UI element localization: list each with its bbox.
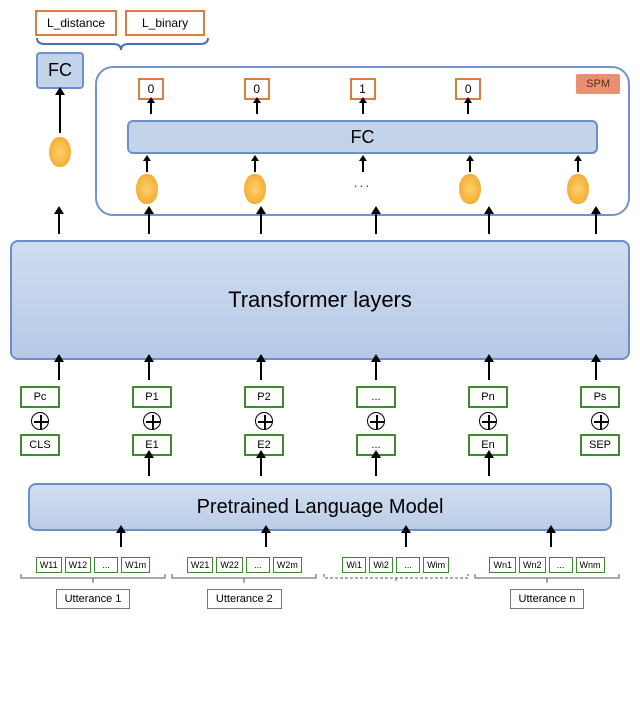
arrow-spm-3 xyxy=(467,102,469,114)
pos-pn: Pn xyxy=(468,386,508,408)
plus-icon xyxy=(31,412,49,430)
arrow-spm-0 xyxy=(150,102,152,114)
input-columns: Pc CLS P1 E1 P2 E2 ... ... Pn En Ps SEP xyxy=(10,386,630,456)
fc-wide-box: FC xyxy=(127,120,598,154)
tok-wndots: ... xyxy=(549,557,573,573)
utterance-row: W11 W12 ... W1m Utterance 1 W21 W22 ... … xyxy=(18,557,622,609)
fc-left-box: FC xyxy=(36,52,84,89)
utti-bracket xyxy=(321,573,471,583)
token-output-1 xyxy=(244,174,266,204)
utt1-bracket xyxy=(18,573,168,583)
arrows-into-transformer xyxy=(10,360,630,384)
plus-icon xyxy=(591,412,609,430)
pos-ps: Ps xyxy=(580,386,620,408)
arrow-spm-1 xyxy=(256,102,258,114)
token-output-sep xyxy=(567,174,589,204)
loss-distance-box: L_distance xyxy=(35,10,117,36)
token-output-n xyxy=(459,174,481,204)
token-output-0 xyxy=(136,174,158,204)
emb-sep: SEP xyxy=(580,434,620,456)
arrow-blob-2 xyxy=(362,160,364,172)
spm-region: SPM 0 0 1 0 xyxy=(95,66,630,216)
pretrained-lm-block: Pretrained Language Model xyxy=(28,483,612,531)
transformer-layers-block: Transformer layers xyxy=(10,240,630,360)
utt2-bracket xyxy=(169,573,319,583)
blob-dots: ... xyxy=(354,174,372,190)
arrow-blob-3 xyxy=(469,160,471,172)
plus-icon xyxy=(143,412,161,430)
spm-blob-row: ... xyxy=(97,158,628,204)
tok-wn2: Wn2 xyxy=(519,557,546,573)
arrow-fc-up xyxy=(59,93,61,133)
pos-p1: P1 xyxy=(132,386,172,408)
pos-p2: P2 xyxy=(244,386,284,408)
plus-icon xyxy=(367,412,385,430)
plus-icon xyxy=(479,412,497,430)
arrows-into-emb xyxy=(10,456,630,480)
tok-w12: W12 xyxy=(65,557,92,573)
uttn-bracket xyxy=(472,573,622,583)
loss-binary-box: L_binary xyxy=(125,10,205,36)
arrow-spm-2 xyxy=(362,102,364,114)
pos-pc: Pc xyxy=(20,386,60,408)
plus-icon xyxy=(255,412,273,430)
uttn-label: Utterance n xyxy=(510,589,585,609)
tok-wi1: Wi1 xyxy=(342,557,366,573)
tok-w11: W11 xyxy=(36,557,62,573)
arrow-blob-0 xyxy=(146,160,148,172)
arrow-blob-4 xyxy=(577,160,579,172)
tok-wnm: Wnm xyxy=(576,557,605,573)
tok-w21: W21 xyxy=(187,557,214,573)
tok-w1m: W1m xyxy=(121,557,150,573)
utt2-label: Utterance 2 xyxy=(207,589,282,609)
tok-wn1: Wn1 xyxy=(489,557,516,573)
tok-wim: Wim xyxy=(423,557,449,573)
tok-w2m: W2m xyxy=(273,557,302,573)
utt1-label: Utterance 1 xyxy=(56,589,131,609)
tok-w1dots: ... xyxy=(94,557,118,573)
loss-brace xyxy=(35,36,210,52)
cls-output-vector xyxy=(49,137,71,167)
arrows-transformer-out xyxy=(10,212,630,238)
spm-outputs-row: 0 0 1 0 xyxy=(97,68,628,116)
emb-cls: CLS xyxy=(20,434,60,456)
tok-w22: W22 xyxy=(216,557,243,573)
arrow-blob-1 xyxy=(254,160,256,172)
arrows-into-plm xyxy=(10,531,630,551)
tok-w2dots: ... xyxy=(246,557,270,573)
tok-widots: ... xyxy=(396,557,420,573)
pos-dots: ... xyxy=(356,386,396,408)
spm-tag: SPM xyxy=(576,74,620,94)
tok-wi2: Wi2 xyxy=(369,557,393,573)
